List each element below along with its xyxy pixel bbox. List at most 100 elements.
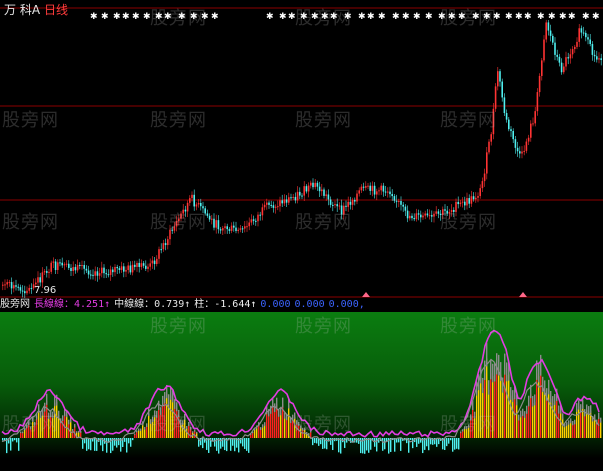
candle-body: [54, 261, 57, 271]
candle-body: [323, 189, 325, 196]
candle-body: [65, 263, 68, 265]
candle-body: [420, 214, 422, 218]
histogram-shadow: [532, 396, 534, 407]
candle-body: [479, 188, 481, 197]
histogram-bar: [132, 438, 134, 441]
histogram-shadow: [162, 395, 164, 407]
candle-body: [83, 265, 85, 269]
candle-body: [576, 41, 578, 47]
histogram-bar: [598, 416, 600, 438]
histogram-bar: [448, 438, 450, 444]
histogram-bar: [504, 367, 506, 438]
candle-body: [587, 37, 589, 40]
candle-body: [288, 197, 290, 203]
candle-body: [347, 201, 349, 207]
histogram-bar: [546, 396, 548, 438]
signal-star: ✱: [413, 12, 421, 22]
candle-body: [389, 191, 391, 195]
candle-body: [2, 284, 4, 286]
histogram-bar: [140, 430, 142, 438]
candle-body: [426, 213, 429, 216]
histogram-bar: [524, 415, 526, 438]
candle-body: [211, 218, 213, 220]
histogram-bar: [290, 421, 292, 438]
histogram-bar: [14, 438, 16, 441]
histogram-shadow: [552, 396, 554, 407]
candle-body: [464, 201, 466, 206]
candle-body: [578, 28, 580, 42]
candle-body: [303, 186, 305, 196]
signal-star: ✱: [592, 12, 600, 22]
histogram-shadow: [590, 405, 592, 414]
candle-body: [6, 282, 8, 285]
histogram-shadow: [504, 353, 506, 375]
candle-body: [598, 58, 600, 60]
candle-body: [558, 56, 561, 63]
histogram-shadow: [486, 342, 488, 367]
signal-star: ✱: [515, 12, 523, 22]
candle-body: [87, 270, 90, 275]
candle-body: [241, 228, 244, 230]
candlestick-chart[interactable]: ✱ ✱ ✱ ✱ ✱ ✱ ✱ ✱ ✱ ✱ ✱ ✱ ✱ ✱ ✱ ✱ ✱ ✱ ✱ ✱ ✱ ✱ ✱ ✱ ✱ ✱ ✱ ✱ ✱ ✱ ✱ ✱ ✱ ✱ ✱ ✱ ✱ ✱ ✱ ✱…: [0, 0, 603, 298]
histogram-bar: [106, 438, 108, 453]
candle-body: [120, 266, 123, 270]
histogram-shadow: [62, 415, 64, 421]
indicator-legend: 股旁网 長線線：4.251↑ 中線線：0.739↑ 柱：-1.644↑ 0.000 0.0…: [0, 298, 603, 312]
candle-body: [400, 200, 402, 205]
price-panel[interactable]: ✱ ✱ ✱ ✱ ✱ ✱ ✱ ✱ ✱ ✱ ✱ ✱ ✱ ✱ ✱ ✱ ✱ ✱ ✱ ✱ ✱ ✱ ✱ ✱ ✱ ✱ ✱ ✱ ✱ ✱ ✱ ✱ ✱ ✱ ✱ ✱ ✱ ✱ ✱ ✱…: [0, 0, 603, 298]
histogram-bar: [252, 432, 254, 438]
histogram-shadow: [558, 405, 560, 414]
candle-body: [237, 229, 239, 231]
candle-body: [248, 222, 250, 227]
histogram-shadow: [494, 362, 496, 382]
candle-body: [312, 182, 314, 188]
signal-star: ✱: [211, 12, 219, 22]
histogram-shadow: [578, 400, 580, 410]
candle-body: [219, 229, 222, 231]
candle-body: [547, 22, 550, 31]
candle-body: [545, 22, 547, 40]
histogram-shadow: [568, 420, 570, 425]
candle-body: [255, 220, 257, 222]
candle-body: [422, 215, 424, 218]
histogram-bar: [312, 438, 314, 446]
candle-body: [90, 274, 92, 276]
histogram-shadow: [538, 363, 540, 383]
histogram-bar: [128, 438, 130, 444]
histogram-bar: [574, 422, 576, 438]
candle-body: [294, 196, 297, 201]
candle-body: [435, 211, 437, 214]
candle-body: [13, 285, 15, 289]
candle-body: [125, 269, 127, 272]
candle-body: [263, 204, 266, 208]
histogram-bar: [412, 438, 414, 449]
histogram-shadow: [264, 422, 266, 427]
candle-body: [457, 201, 459, 205]
histogram-bar: [600, 421, 602, 438]
candle-body: [197, 202, 200, 205]
candle-body: [28, 287, 30, 291]
watermark: 股旁网: [440, 110, 497, 131]
histogram-bar: [144, 428, 146, 438]
histogram-bar: [322, 438, 324, 449]
candle-body: [585, 32, 587, 38]
histogram-shadow: [496, 353, 498, 375]
candle-body: [541, 60, 543, 76]
histogram-shadow: [168, 394, 170, 406]
candle-body: [567, 57, 569, 59]
candle-body: [39, 277, 41, 283]
candle-body: [101, 267, 103, 274]
histogram-bar: [126, 438, 128, 453]
histogram-bar: [202, 438, 204, 449]
candle-body: [266, 202, 268, 205]
candle-body: [387, 191, 389, 193]
candle-body: [356, 193, 358, 202]
histogram-bar: [500, 374, 502, 438]
candle-body: [411, 215, 413, 219]
candle-body: [239, 228, 242, 230]
watermark: 股旁网: [150, 414, 207, 435]
histogram-bar: [94, 438, 96, 451]
candle-body: [76, 264, 79, 271]
period-label[interactable]: 日线: [44, 1, 68, 18]
candle-body: [530, 123, 532, 138]
